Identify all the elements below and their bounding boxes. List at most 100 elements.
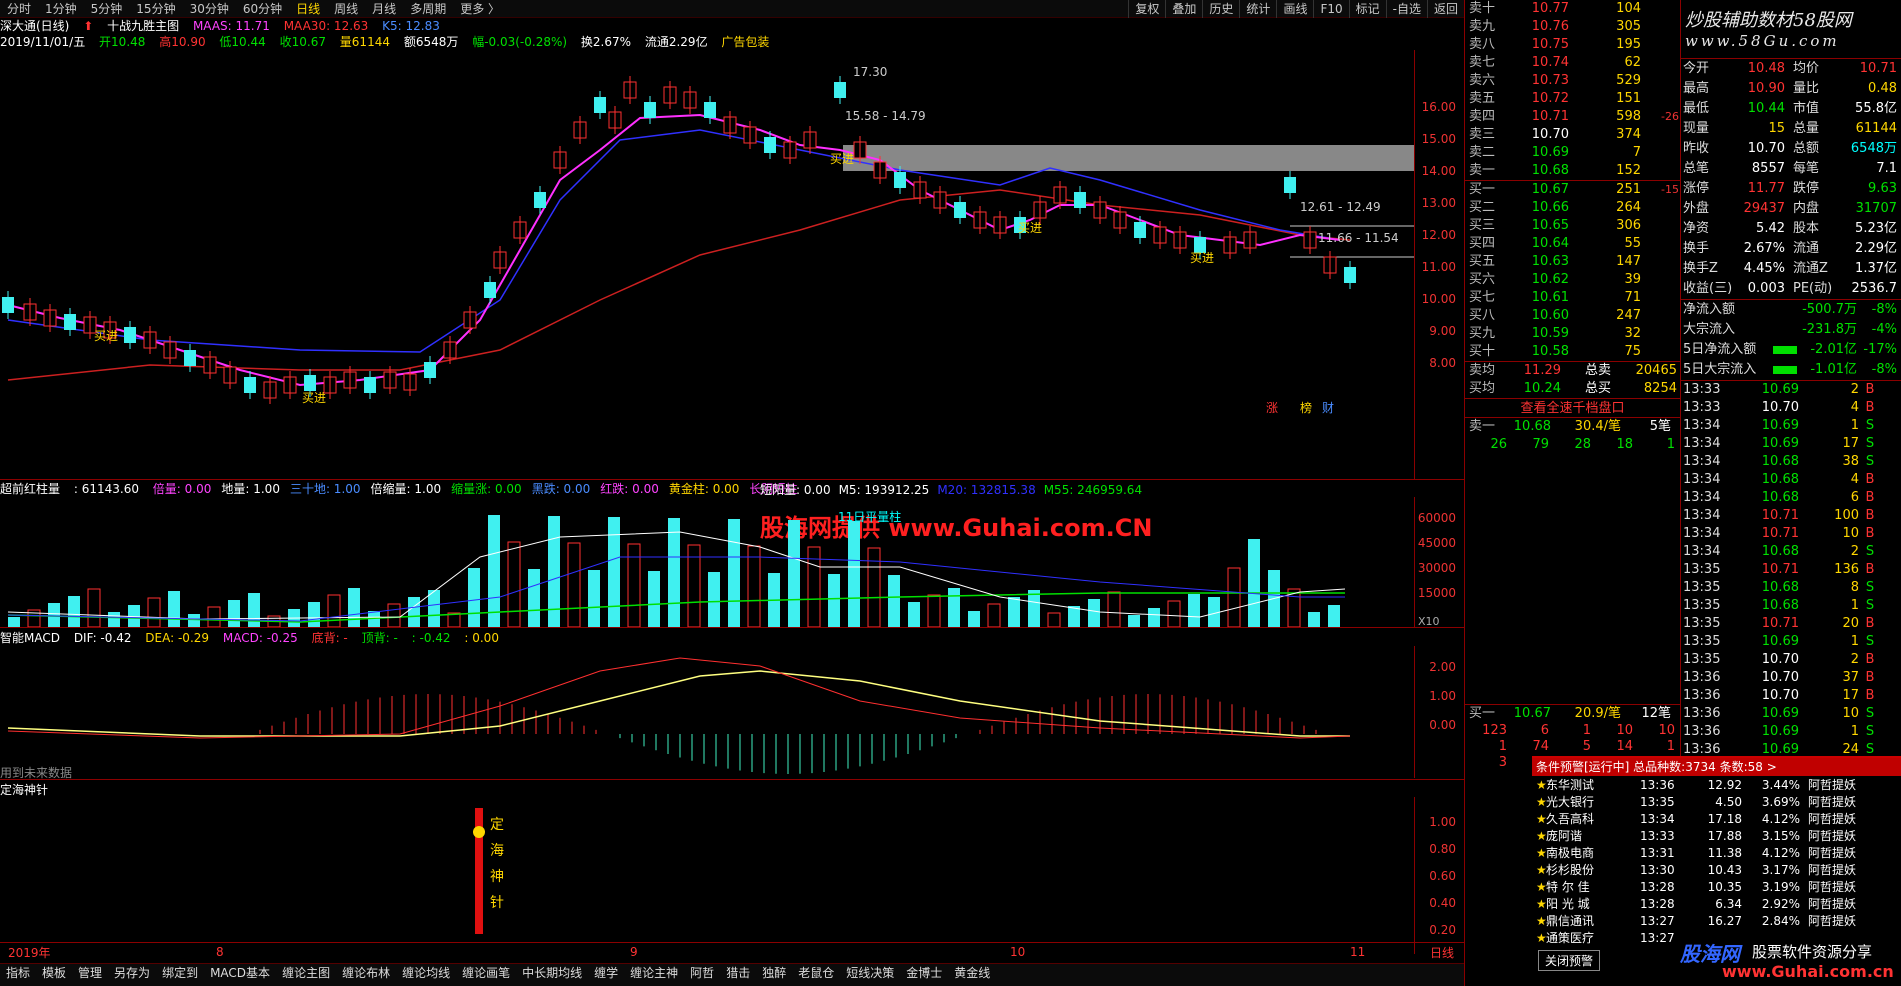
- macd-title[interactable]: 智能MACD: [0, 631, 60, 645]
- sell-level-row[interactable]: 卖三 10.70 374: [1465, 126, 1680, 144]
- tick-time: 13:34: [1683, 454, 1721, 469]
- period-tab[interactable]: 1分钟: [38, 0, 84, 18]
- alert-row[interactable]: ★ 阳 光 城 13:28 6.34 2.92% 阿哲提妖: [1532, 895, 1901, 912]
- stat-value: 0.48: [1868, 81, 1897, 96]
- period-tab[interactable]: 多周期: [403, 0, 453, 18]
- indicator-tab[interactable]: 金博士: [900, 964, 948, 982]
- buy-level-row[interactable]: 买十 10.58 75: [1465, 343, 1680, 361]
- toolbar-button[interactable]: 统计: [1239, 0, 1276, 18]
- buy-level-row[interactable]: 买五 10.63 147: [1465, 253, 1680, 271]
- sell-level-row[interactable]: 卖六 10.73 529: [1465, 72, 1680, 90]
- sell-level-row[interactable]: 卖八 10.75 195: [1465, 36, 1680, 54]
- indicator-tab[interactable]: 缠论主图: [276, 964, 336, 982]
- indicator-tab[interactable]: 中长期均线: [516, 964, 588, 982]
- sell-level-row[interactable]: 卖一 10.68 152: [1465, 162, 1680, 180]
- indicator-tab[interactable]: 缠论主神: [624, 964, 684, 982]
- indicator-name[interactable]: 十战九胜主图: [107, 19, 179, 33]
- buy-level-row[interactable]: 买三 10.65 306: [1465, 217, 1680, 235]
- indicator-tab[interactable]: 缠论均线: [396, 964, 456, 982]
- sell-level-volume: 374: [1616, 127, 1641, 142]
- indicator-tab[interactable]: 缠学: [588, 964, 624, 982]
- indicator-tab[interactable]: 指标: [0, 964, 36, 982]
- toolbar-button[interactable]: 标记: [1348, 0, 1386, 18]
- label-cai[interactable]: 财: [1322, 401, 1334, 415]
- indicator-tab[interactable]: 黄金线: [948, 964, 996, 982]
- period-tab[interactable]: 更多 〉: [453, 0, 507, 18]
- stat-row: 换手Z 4.45% 流通Z 1.37亿: [1681, 259, 1901, 279]
- sell-level-label: 卖五: [1469, 91, 1496, 106]
- indicator-tab[interactable]: 短线决策: [840, 964, 900, 982]
- alert-price: 17.18: [1707, 811, 1742, 826]
- sell-level-row[interactable]: 卖四 10.71 598 -26: [1465, 108, 1680, 126]
- total-sell-label: 总卖: [1584, 363, 1611, 378]
- period-tab[interactable]: 30分钟: [183, 0, 236, 18]
- sell-level-row[interactable]: 卖二 10.69 7: [1465, 144, 1680, 162]
- indicator-tab[interactable]: 另存为: [108, 964, 156, 982]
- ad-label[interactable]: 广告包装: [721, 35, 769, 49]
- indicator-tab[interactable]: 管理: [72, 964, 108, 982]
- alert-row[interactable]: ★ 特 尔 佳 13:28 10.35 3.19% 阿哲提妖: [1532, 878, 1901, 895]
- sell-level-row[interactable]: 卖九 10.76 305: [1465, 18, 1680, 36]
- alert-row[interactable]: ★ 东华测试 13:36 12.92 3.44% 阿哲提妖: [1532, 776, 1901, 793]
- full-depth-link[interactable]: 查看全速千档盘口: [1465, 398, 1680, 418]
- stat-key: 跌停: [1793, 181, 1820, 196]
- toolbar-button[interactable]: F10: [1313, 0, 1348, 18]
- buy-level-row[interactable]: 买四 10.64 55: [1465, 235, 1680, 253]
- toolbar-button[interactable]: 画线: [1276, 0, 1313, 18]
- sell-level-row[interactable]: 卖五 10.72 151: [1465, 90, 1680, 108]
- stat-key: 换手Z: [1683, 261, 1718, 276]
- tick-side: S: [1865, 436, 1875, 451]
- buy-level-row[interactable]: 买八 10.60 247: [1465, 307, 1680, 325]
- indicator-tab[interactable]: 独醉: [756, 964, 792, 982]
- indicator-tab[interactable]: 绑定到: [156, 964, 204, 982]
- toolbar-button[interactable]: 叠加: [1165, 0, 1202, 18]
- alert-row[interactable]: ★ 久吾高科 13:34 17.18 4.12% 阿哲提妖: [1532, 810, 1901, 827]
- indicator-tab[interactable]: 阿哲: [684, 964, 720, 982]
- volume-indicator-label: 黄金柱: 0.00: [668, 482, 740, 496]
- period-tab[interactable]: 分时: [0, 0, 38, 18]
- alert-row[interactable]: ★ 南极电商 13:31 11.38 4.12% 阿哲提妖: [1532, 844, 1901, 861]
- alert-row[interactable]: ★ 鼎信通讯 13:27 16.27 2.84% 阿哲提妖: [1532, 912, 1901, 929]
- indicator-tab[interactable]: 猎击: [720, 964, 756, 982]
- indicator-tab[interactable]: 缠论布林: [336, 964, 396, 982]
- price-axis: 16.00 15.00 14.00 13.00 12.00 11.00 10.00 9.00 8…: [1414, 50, 1464, 480]
- watermark-top-url: www.58Gu.com: [1685, 32, 1840, 50]
- toolbar-button[interactable]: -自选: [1385, 0, 1427, 18]
- buy-level-row[interactable]: 买九 10.59 32: [1465, 325, 1680, 343]
- toolbar-button[interactable]: 返回: [1426, 0, 1464, 18]
- volume-chart[interactable]: 11日平量柱: [0, 497, 1414, 627]
- main-price-chart[interactable]: 17.30 15.58 - 14.79 12.61 - 12.49 11.66 …: [0, 50, 1414, 480]
- label-bang[interactable]: 榜: [1300, 400, 1312, 415]
- alert-title[interactable]: 条件预警[运行中] 总品种数:3734 条数:58 >: [1532, 758, 1901, 776]
- volume-panel-title[interactable]: 超前红柱量: [0, 482, 60, 496]
- period-tab[interactable]: 周线: [327, 0, 365, 18]
- tick-list[interactable]: 13:33 10.69 2 B 13:33 10.70 4 B 13:34 10.69 1 S 13:3…: [1681, 380, 1901, 759]
- buy-level-row[interactable]: 买六 10.62 39: [1465, 271, 1680, 289]
- toolbar-button[interactable]: 复权: [1128, 0, 1165, 18]
- buy-level-row[interactable]: 买七 10.61 71: [1465, 289, 1680, 307]
- period-tab[interactable]: 月线: [365, 0, 403, 18]
- label-zhang[interactable]: 涨: [1266, 400, 1278, 415]
- period-tab[interactable]: 5分钟: [84, 0, 130, 18]
- stock-title[interactable]: 深大通(日线): [0, 19, 69, 33]
- sell-level-row[interactable]: 卖七 10.74 62: [1465, 54, 1680, 72]
- toolbar-button[interactable]: 历史: [1202, 0, 1239, 18]
- period-tab[interactable]: 60分钟: [236, 0, 289, 18]
- buy-level-row[interactable]: 买一 10.67 251 -15: [1465, 181, 1680, 199]
- period-tab[interactable]: 15分钟: [129, 0, 182, 18]
- close-alert-button[interactable]: 关闭预警: [1538, 950, 1601, 971]
- buy-level-row[interactable]: 买二 10.66 264: [1465, 199, 1680, 217]
- sell-level-row[interactable]: 卖十 10.77 104: [1465, 0, 1680, 18]
- alert-row[interactable]: ★ 庞阿谐 13:33 17.88 3.15% 阿哲提妖: [1532, 827, 1901, 844]
- needle-title[interactable]: 定海神针: [0, 783, 48, 797]
- period-tab[interactable]: 日线: [289, 0, 327, 18]
- indicator-tab[interactable]: 缠论画笔: [456, 964, 516, 982]
- alert-row[interactable]: ★ 光大银行 13:35 4.50 3.69% 阿哲提妖: [1532, 793, 1901, 810]
- indicator-tab[interactable]: 老鼠仓: [792, 964, 840, 982]
- macd-chart[interactable]: [0, 646, 1414, 778]
- alert-row[interactable]: ★ 杉杉股份 13:30 10.43 3.17% 阿哲提妖: [1532, 861, 1901, 878]
- needle-char: 定: [490, 817, 504, 833]
- indicator-tab[interactable]: MACD基本: [204, 964, 276, 982]
- sell-level-price: 10.69: [1531, 145, 1569, 160]
- indicator-tab[interactable]: 模板: [36, 964, 72, 982]
